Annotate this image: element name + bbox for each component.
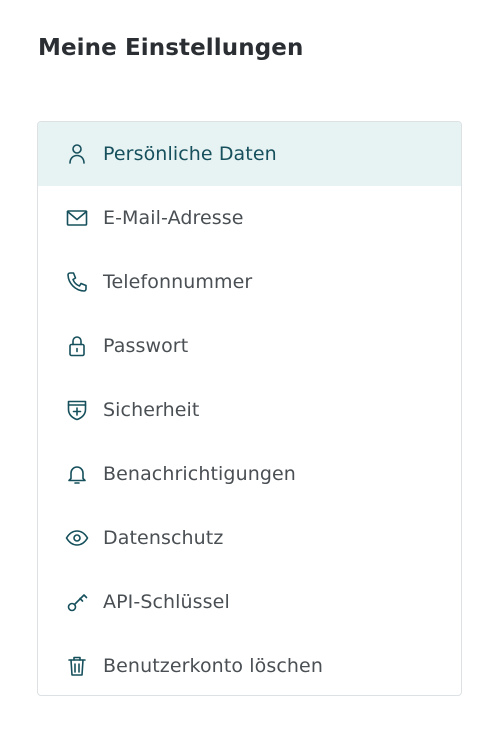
menu-item-security[interactable]: Sicherheit bbox=[38, 378, 461, 442]
menu-item-privacy[interactable]: Datenschutz bbox=[38, 506, 461, 570]
menu-item-label: E-Mail-Adresse bbox=[103, 207, 244, 229]
menu-item-label: Benachrichtigungen bbox=[103, 463, 296, 485]
menu-item-label: Telefonnummer bbox=[103, 271, 253, 293]
user-icon bbox=[65, 142, 89, 166]
settings-menu: Persönliche Daten E-Mail-Adresse Telefon… bbox=[37, 121, 462, 696]
shield-plus-icon bbox=[65, 398, 89, 422]
menu-item-personal-data[interactable]: Persönliche Daten bbox=[38, 122, 461, 186]
menu-item-label: Datenschutz bbox=[103, 527, 224, 549]
trash-icon bbox=[65, 654, 89, 678]
menu-item-delete-account[interactable]: Benutzerkonto löschen bbox=[38, 634, 461, 695]
menu-item-label: Benutzerkonto löschen bbox=[103, 655, 323, 677]
menu-item-api-keys[interactable]: API-Schlüssel bbox=[38, 570, 461, 634]
key-icon bbox=[65, 590, 89, 614]
menu-item-phone[interactable]: Telefonnummer bbox=[38, 250, 461, 314]
eye-icon bbox=[65, 526, 89, 550]
menu-item-label: Persönliche Daten bbox=[103, 143, 277, 165]
bell-icon bbox=[65, 462, 89, 486]
lock-icon bbox=[65, 334, 89, 358]
menu-item-notifications[interactable]: Benachrichtigungen bbox=[38, 442, 461, 506]
menu-item-password[interactable]: Passwort bbox=[38, 314, 461, 378]
page-title: Meine Einstellungen bbox=[38, 35, 304, 61]
settings-page: Meine Einstellungen Persönliche Daten E-… bbox=[0, 0, 492, 734]
menu-item-label: Sicherheit bbox=[103, 399, 200, 421]
menu-item-label: API-Schlüssel bbox=[103, 591, 230, 613]
phone-icon bbox=[65, 270, 89, 294]
menu-item-email[interactable]: E-Mail-Adresse bbox=[38, 186, 461, 250]
menu-item-label: Passwort bbox=[103, 335, 189, 357]
mail-icon bbox=[65, 206, 89, 230]
